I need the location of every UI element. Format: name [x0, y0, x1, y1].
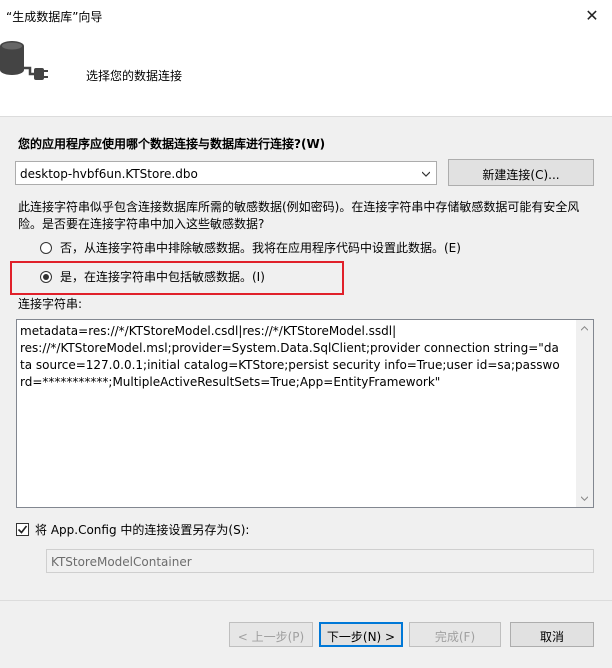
previous-button[interactable]: < 上一步(P) [229, 622, 313, 647]
connection-string-box[interactable]: metadata=res://*/KTStoreModel.csdl|res:/… [16, 319, 594, 508]
entity-container-name-value: KTStoreModelContainer [51, 555, 192, 569]
next-label: 下一步(N) > [326, 630, 396, 644]
radio-include-sensitive[interactable]: 是，在连接字符串中包括敏感数据。(I) [40, 268, 265, 285]
checkmark-icon [17, 525, 28, 534]
previous-label: < 上一步(P) [237, 630, 305, 644]
connection-string-text: metadata=res://*/KTStoreModel.csdl|res:/… [20, 324, 560, 389]
next-button[interactable]: 下一步(N) > [319, 622, 403, 647]
vertical-scrollbar[interactable] [576, 320, 593, 507]
wizard-header: 选择您的数据连接 [0, 30, 612, 117]
cancel-button[interactable]: 取消 [510, 622, 594, 647]
new-connection-label: 新建连接(C)... [482, 168, 560, 182]
radio-button[interactable] [40, 241, 52, 254]
database-plug-icon [0, 41, 48, 80]
close-icon[interactable]: ✕ [572, 0, 612, 30]
entity-container-name-field[interactable]: KTStoreModelContainer [46, 549, 594, 573]
sensitive-data-warning: 此连接字符串似乎包含连接数据库所需的敏感数据(例如密码)。在连接字符串中存储敏感… [18, 200, 580, 231]
scroll-up-icon[interactable] [581, 325, 588, 332]
new-connection-button[interactable]: 新建连接(C)... [448, 159, 594, 186]
radio-include-label: 是，在连接字符串中包括敏感数据。(I) [60, 270, 265, 284]
connection-question: 您的应用程序应使用哪个数据连接与数据库进行连接?(W) [18, 137, 326, 151]
finish-button[interactable]: 完成(F) [409, 622, 501, 647]
finish-label: 完成(F) [434, 630, 476, 644]
scroll-down-icon[interactable] [581, 495, 588, 502]
page-title: 选择您的数据连接 [86, 69, 183, 83]
connection-dropdown-value: desktop-hvbf6un.KTStore.dbo [20, 167, 198, 181]
cancel-label: 取消 [539, 630, 564, 644]
radio-button-checked[interactable] [40, 270, 52, 283]
footer-divider [0, 600, 612, 601]
connection-dropdown[interactable]: desktop-hvbf6un.KTStore.dbo [15, 161, 437, 185]
save-config-label: 将 App.Config 中的连接设置另存为(S): [35, 523, 250, 537]
save-config-checkbox[interactable] [16, 523, 29, 536]
radio-exclude-label: 否，从连接字符串中排除敏感数据。我将在应用程序代码中设置此数据。(E) [60, 241, 461, 255]
radio-exclude-sensitive[interactable]: 否，从连接字符串中排除敏感数据。我将在应用程序代码中设置此数据。(E) [40, 239, 461, 256]
save-config-row[interactable]: 将 App.Config 中的连接设置另存为(S): [16, 521, 249, 538]
window-title: “生成数据库”向导 [6, 10, 103, 24]
title-bar: “生成数据库”向导 ✕ [0, 0, 612, 30]
connection-string-label: 连接字符串: [18, 297, 83, 311]
chevron-down-icon [422, 171, 430, 177]
